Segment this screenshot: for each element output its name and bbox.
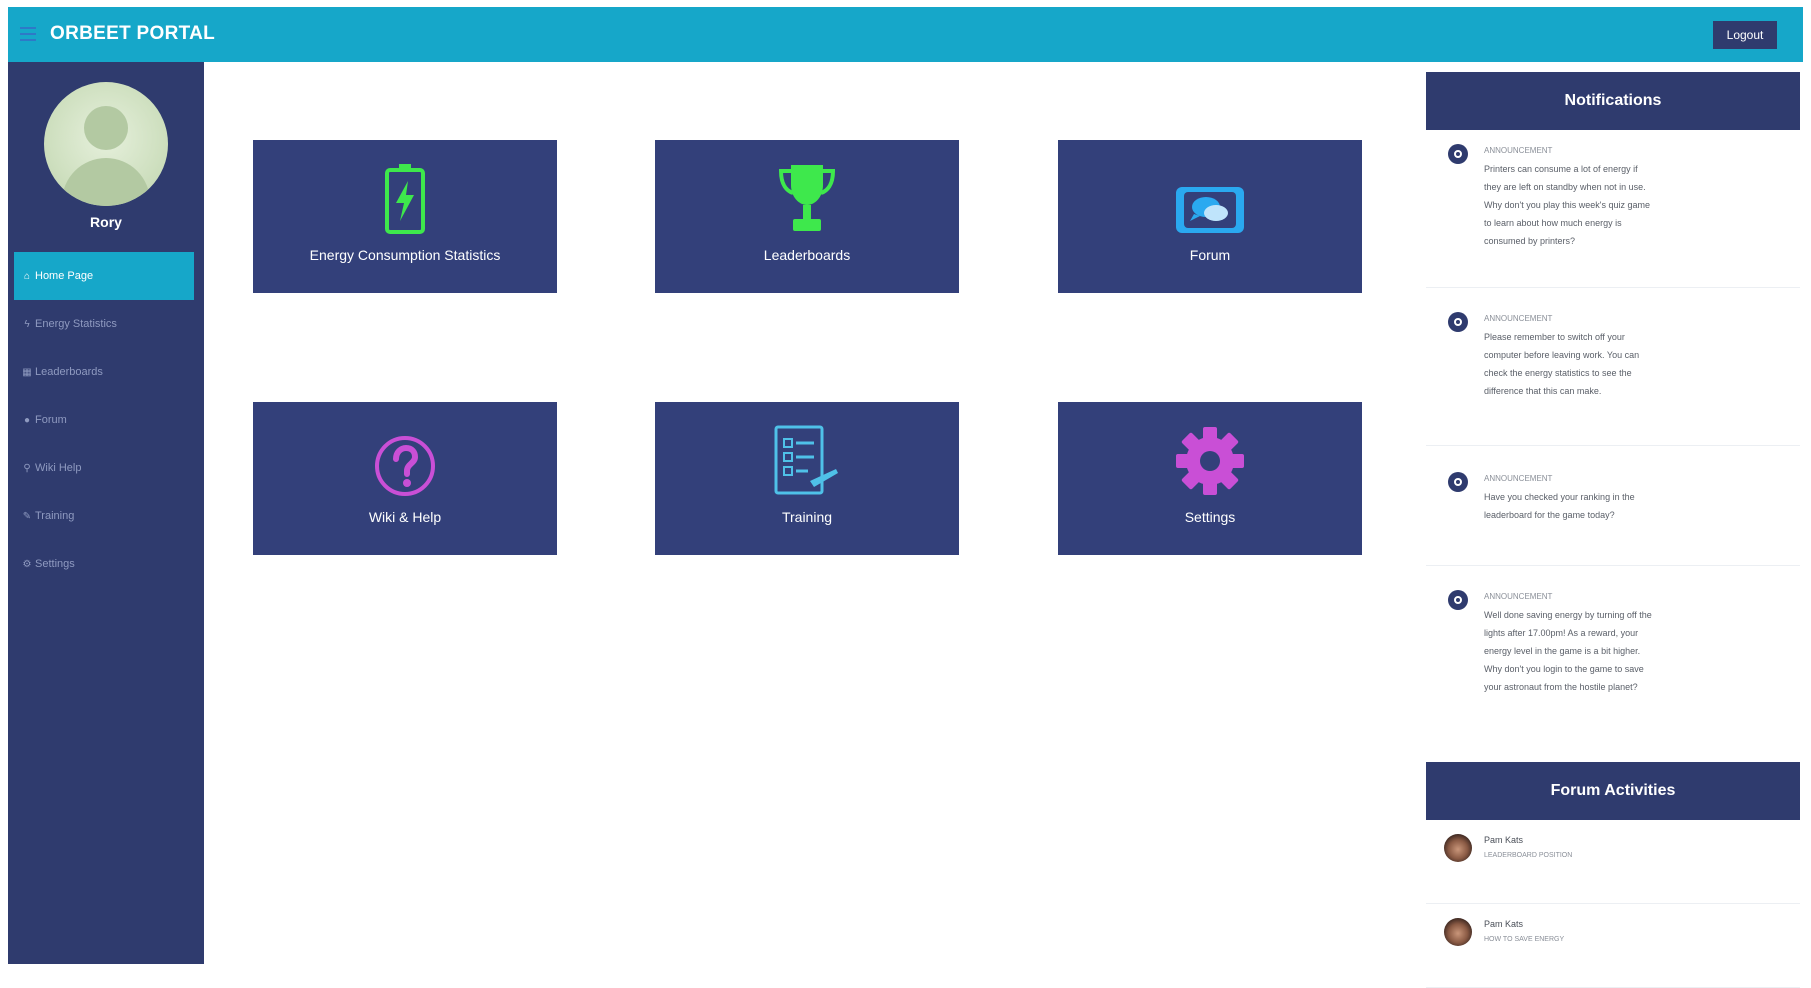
tile-label: Training: [781, 509, 833, 525]
notification-item[interactable]: ANNOUNCEMENT Well done saving energy by …: [1426, 566, 1800, 742]
trophy-icon: [655, 140, 959, 235]
forum-activities-title: Forum Activities: [1426, 762, 1800, 820]
gear-icon: [1058, 402, 1362, 497]
bolt-icon: ϟ: [24, 318, 30, 330]
sidebar-item-training[interactable]: ✎ Training: [14, 492, 194, 540]
notification-item[interactable]: ANNOUNCEMENT Have you checked your ranki…: [1426, 446, 1800, 566]
announcement-icon: [1448, 590, 1468, 610]
tile-label: Settings: [1184, 509, 1236, 525]
announcement-icon: [1448, 312, 1468, 332]
notification-kind: ANNOUNCEMENT: [1484, 592, 1553, 601]
notification-text: Have you checked your ranking in the lea…: [1484, 492, 1635, 520]
forum-activity-item[interactable]: Pam Kats HOW TO SAVE ENERGY: [1426, 904, 1800, 988]
sidebar-item-label: Leaderboards: [35, 366, 103, 378]
brand-title: ORBEET PORTAL: [50, 23, 216, 44]
tile-wiki-help[interactable]: Wiki & Help: [253, 402, 557, 555]
table-icon: ▦: [22, 366, 32, 378]
sidebar-item-label: Settings: [35, 558, 75, 570]
search-icon: ⚲: [23, 462, 31, 474]
sidebar-item-wiki-help[interactable]: ⚲ Wiki Help: [14, 444, 194, 492]
tile-energy-statistics[interactable]: Energy Consumption Statistics: [253, 140, 557, 293]
avatar: [44, 82, 168, 206]
sidebar-item-label: Energy Statistics: [35, 318, 117, 330]
home-icon: ⌂: [23, 270, 31, 282]
forum-activity-item[interactable]: Pam Kats LEADERBOARD POSITION: [1426, 820, 1800, 904]
sidebar-item-settings[interactable]: ⚙ Settings: [14, 540, 194, 588]
announcement-icon: [1448, 144, 1468, 164]
notification-item[interactable]: ANNOUNCEMENT Please remember to switch o…: [1426, 288, 1800, 446]
tile-leaderboards[interactable]: Leaderboards: [655, 140, 959, 293]
sidebar: Rory ⌂ Home Page ϟ Energy Statistics ▦ L…: [8, 62, 204, 964]
forum-topic: HOW TO SAVE ENERGY: [1484, 936, 1565, 943]
sidebar-item-label: Forum: [35, 414, 67, 426]
tile-label: Wiki & Help: [368, 509, 442, 525]
notification-text: Well done saving energy by turning off t…: [1484, 610, 1652, 692]
avatar: [1444, 918, 1472, 946]
sidebar-nav: ⌂ Home Page ϟ Energy Statistics ▦ Leader…: [14, 252, 194, 588]
announcement-icon: [1448, 472, 1468, 492]
top-bar: ORBEET PORTAL Logout: [8, 7, 1803, 62]
logout-button[interactable]: Logout: [1713, 21, 1777, 49]
sidebar-item-energy-statistics[interactable]: ϟ Energy Statistics: [14, 300, 194, 348]
hamburger-icon[interactable]: [20, 27, 36, 41]
tile-label: Leaderboards: [763, 247, 851, 263]
notifications-title: Notifications: [1426, 72, 1800, 130]
tile-forum[interactable]: Forum: [1058, 140, 1362, 293]
tile-label: Energy Consumption Statistics: [309, 247, 501, 263]
battery-bolt-icon: [253, 140, 557, 235]
notification-text: Please remember to switch off your compu…: [1484, 332, 1640, 396]
tile-training[interactable]: Training: [655, 402, 959, 555]
forum-author: Pam Kats: [1484, 919, 1524, 929]
tile-settings[interactable]: Settings: [1058, 402, 1362, 555]
checklist-icon: [655, 402, 959, 497]
username: Rory: [90, 214, 122, 230]
chat-bubbles-icon: [1058, 140, 1362, 235]
notification-kind: ANNOUNCEMENT: [1484, 474, 1553, 483]
avatar: [1444, 834, 1472, 862]
sidebar-item-forum[interactable]: ● Forum: [14, 396, 194, 444]
notification-kind: ANNOUNCEMENT: [1484, 314, 1553, 323]
forum-topic: LEADERBOARD POSITION: [1484, 852, 1573, 859]
notification-item[interactable]: ANNOUNCEMENT Printers can consume a lot …: [1426, 130, 1800, 288]
forum-activities-panel: Forum Activities Pam Kats LEADERBOARD PO…: [1426, 762, 1800, 988]
question-circle-icon: [253, 402, 557, 497]
sidebar-item-home-page[interactable]: ⌂ Home Page: [14, 252, 194, 300]
sidebar-item-label: Training: [35, 510, 75, 522]
notification-kind: ANNOUNCEMENT: [1484, 146, 1553, 155]
forum-author: Pam Kats: [1484, 835, 1524, 845]
notification-text: Printers can consume a lot of energy if …: [1484, 164, 1651, 246]
tile-label: Forum: [1189, 247, 1231, 263]
sidebar-item-label: Wiki Help: [35, 462, 82, 474]
speech-bubble-icon: ●: [23, 414, 31, 426]
notifications-panel: Notifications ANNOUNCEMENT Printers can …: [1426, 72, 1800, 742]
graduation-icon: ✎: [22, 510, 32, 522]
sidebar-item-label: Home Page: [35, 270, 94, 282]
sidebar-item-leaderboards[interactable]: ▦ Leaderboards: [14, 348, 194, 396]
gear-icon: ⚙: [22, 558, 32, 570]
